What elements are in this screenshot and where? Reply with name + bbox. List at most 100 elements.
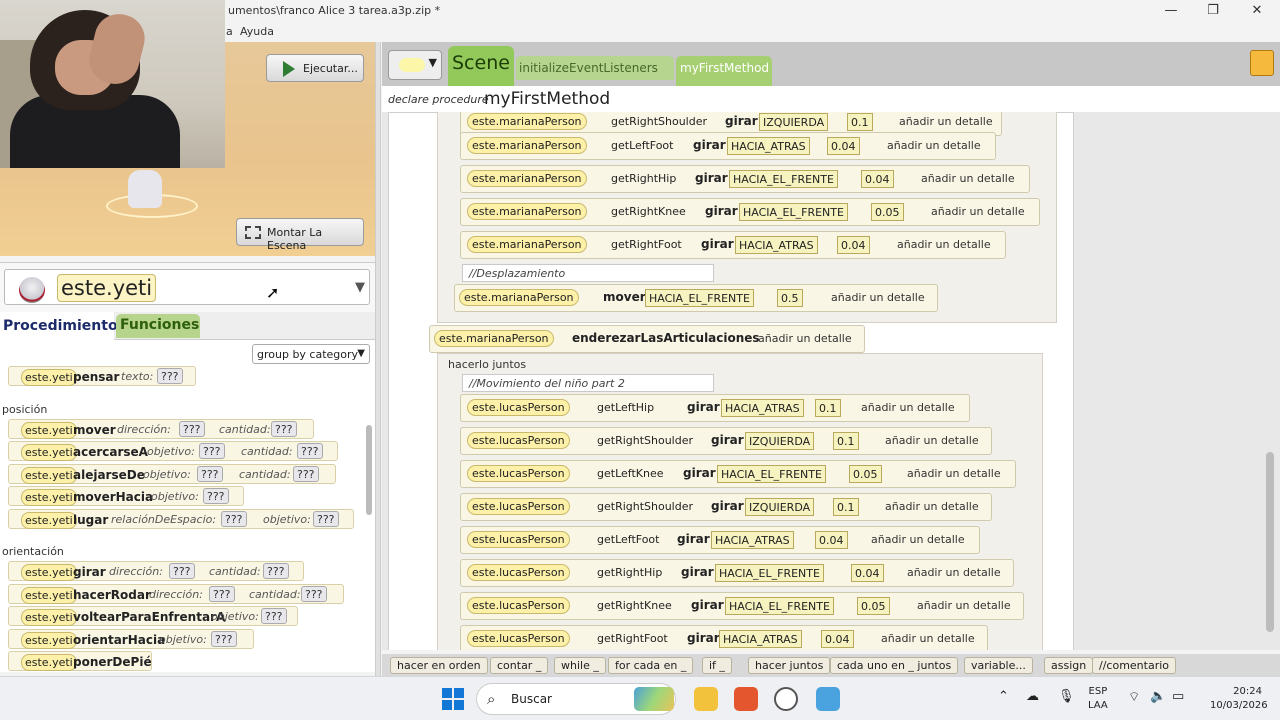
amount-value[interactable]: 0.04: [821, 630, 854, 648]
widgets-icon[interactable]: [634, 687, 674, 711]
statement-row[interactable]: este.lucasPerson getRightShoulder girar …: [460, 427, 992, 455]
add-detail-link[interactable]: añadir un detalle: [861, 401, 955, 414]
language-indicator[interactable]: ESP LAA: [1088, 685, 1108, 713]
add-detail-link[interactable]: añadir un detalle: [881, 632, 975, 645]
add-detail-link[interactable]: añadir un detalle: [917, 599, 1011, 612]
amount-value[interactable]: 0.1: [815, 399, 841, 417]
add-detail-link[interactable]: añadir un detalle: [921, 172, 1015, 185]
method-row-mover[interactable]: este.yeti mover dirección: ??? cantidad:…: [8, 419, 314, 439]
close-button[interactable]: ✕: [1246, 2, 1268, 20]
chevron-down-icon[interactable]: ▼: [355, 280, 365, 295]
control-count[interactable]: contar _: [490, 657, 549, 674]
method-row-acercarse[interactable]: este.yeti acercarseA objetivo: ??? canti…: [8, 441, 338, 461]
amount-value[interactable]: 0.04: [815, 531, 848, 549]
add-detail-link[interactable]: añadir un detalle: [907, 467, 1001, 480]
folder-icon[interactable]: [1250, 50, 1274, 76]
method-value[interactable]: ???: [209, 586, 235, 602]
menu-item-a[interactable]: a: [226, 25, 233, 38]
method-value[interactable]: ???: [203, 488, 229, 504]
method-row-orientar[interactable]: este.yeti orientarHacia objetivo: ???: [8, 629, 254, 649]
statement-row[interactable]: este.lucasPerson getLeftFoot girar HACIA…: [460, 526, 980, 554]
amount-value[interactable]: 0.04: [827, 137, 860, 155]
control-do-together[interactable]: hacer juntos: [748, 657, 831, 674]
method-value[interactable]: ???: [199, 443, 225, 459]
group-by-select[interactable]: group by category ▼: [252, 344, 370, 364]
statement-row[interactable]: este.marianaPerson getRightKnee girar HA…: [460, 198, 1040, 226]
amount-value[interactable]: 0.1: [833, 432, 859, 450]
add-detail-link[interactable]: añadir un detalle: [907, 566, 1001, 579]
direction-value[interactable]: HACIA_ATRAS: [721, 399, 804, 417]
code-scrollbar[interactable]: [1266, 452, 1274, 632]
clock[interactable]: 20:24 10/03/2026: [1210, 685, 1268, 713]
method-value[interactable]: ???: [271, 421, 297, 437]
amount-value[interactable]: 0.05: [871, 203, 904, 221]
direction-value[interactable]: IZQUIERDA: [745, 432, 815, 450]
control-while[interactable]: while _: [554, 657, 606, 674]
wifi-icon[interactable]: ⌔: [1128, 689, 1140, 705]
comment-block[interactable]: //Movimiento del niño part 2: [462, 374, 714, 392]
method-row-pensar[interactable]: este.yeti pensar texto: ???: [8, 366, 196, 386]
statement-row[interactable]: este.lucasPerson getLeftHip girar HACIA_…: [460, 394, 970, 422]
object-dropdown[interactable]: este.yeti ▼: [4, 269, 370, 305]
amount-value[interactable]: 0.1: [833, 498, 859, 516]
direction-value[interactable]: HACIA_EL_FRENTE: [715, 564, 824, 582]
method-value[interactable]: ???: [313, 511, 339, 527]
direction-value[interactable]: IZQUIERDA: [745, 498, 815, 516]
minimize-button[interactable]: —: [1160, 2, 1182, 20]
direction-value[interactable]: HACIA_EL_FRENTE: [739, 203, 848, 221]
control-comment[interactable]: //comentario: [1092, 657, 1177, 674]
method-list-scrollbar[interactable]: [366, 425, 372, 515]
method-row-lugar[interactable]: este.yeti lugar relaciónDeEspacio: ??? o…: [8, 509, 354, 529]
restore-button[interactable]: ❐: [1202, 2, 1224, 20]
direction-value[interactable]: HACIA_ATRAS: [719, 630, 802, 648]
direction-value[interactable]: HACIA_ATRAS: [735, 236, 818, 254]
method-value[interactable]: ???: [263, 563, 289, 579]
add-detail-link[interactable]: añadir un detalle: [885, 434, 979, 447]
method-row-alejarse[interactable]: este.yeti alejarseDe objetivo: ??? canti…: [8, 464, 336, 484]
method-value[interactable]: ???: [297, 443, 323, 459]
statement-row[interactable]: este.marianaPerson enderezarLasArticulac…: [429, 325, 865, 353]
direction-value[interactable]: HACIA_EL_FRENTE: [729, 170, 838, 188]
method-value[interactable]: ???: [261, 608, 287, 624]
direction-value[interactable]: HACIA_EL_FRENTE: [645, 289, 754, 307]
amount-value[interactable]: 0.04: [837, 236, 870, 254]
statement-row[interactable]: este.marianaPerson getRightFoot girar HA…: [460, 231, 1006, 259]
method-row-ponerdepie[interactable]: este.yeti ponerDePié: [8, 651, 152, 671]
method-value[interactable]: ???: [169, 563, 195, 579]
statement-row[interactable]: este.lucasPerson getLeftKnee girar HACIA…: [460, 460, 1016, 488]
statement-row[interactable]: este.marianaPerson getLeftFoot girar HAC…: [460, 132, 996, 160]
control-for-each[interactable]: for cada en _: [608, 657, 694, 674]
method-value[interactable]: ???: [157, 368, 183, 384]
alice-app-icon[interactable]: [816, 687, 840, 711]
add-detail-link[interactable]: añadir un detalle: [897, 238, 991, 251]
run-button[interactable]: Ejecutar...: [266, 54, 364, 82]
method-row-voltear[interactable]: este.yeti voltearParaEnfrentarA objetivo…: [8, 606, 298, 626]
chatgpt-icon[interactable]: [774, 687, 798, 711]
amount-value[interactable]: 0.05: [857, 597, 890, 615]
tab-procedures[interactable]: Procedimiento: [0, 312, 118, 340]
add-detail-link[interactable]: añadir un detalle: [899, 115, 993, 128]
volume-icon[interactable]: 🔈: [1150, 689, 1166, 704]
brave-browser-icon[interactable]: [734, 687, 758, 711]
direction-value[interactable]: HACIA_ATRAS: [727, 137, 810, 155]
statement-row[interactable]: este.lucasPerson getRightFoot girar HACI…: [460, 625, 988, 650]
method-value[interactable]: ???: [197, 466, 223, 482]
tab-scene[interactable]: Scene: [448, 46, 514, 86]
control-if[interactable]: if _: [702, 657, 732, 674]
direction-value[interactable]: HACIA_ATRAS: [711, 531, 794, 549]
method-row-moverhacia[interactable]: este.yeti moverHacia objetivo: ???: [8, 486, 244, 506]
direction-value[interactable]: IZQUIERDA: [759, 113, 829, 131]
chevron-up-icon[interactable]: ⌃: [998, 689, 1009, 704]
amount-value[interactable]: 0.04: [851, 564, 884, 582]
windows-start-icon[interactable]: [442, 688, 464, 710]
menu-item-ayuda[interactable]: Ayuda: [240, 25, 274, 38]
control-variable[interactable]: variable...: [964, 657, 1033, 674]
control-do-in-order[interactable]: hacer en orden: [390, 657, 488, 674]
method-value[interactable]: ???: [221, 511, 247, 527]
direction-value[interactable]: HACIA_EL_FRENTE: [717, 465, 826, 483]
add-detail-link[interactable]: añadir un detalle: [831, 291, 925, 304]
setup-scene-button[interactable]: Montar La Escena: [236, 218, 364, 252]
battery-icon[interactable]: ▭: [1172, 689, 1184, 704]
tab-functions[interactable]: Funciones: [116, 314, 200, 338]
method-value[interactable]: ???: [301, 586, 327, 602]
